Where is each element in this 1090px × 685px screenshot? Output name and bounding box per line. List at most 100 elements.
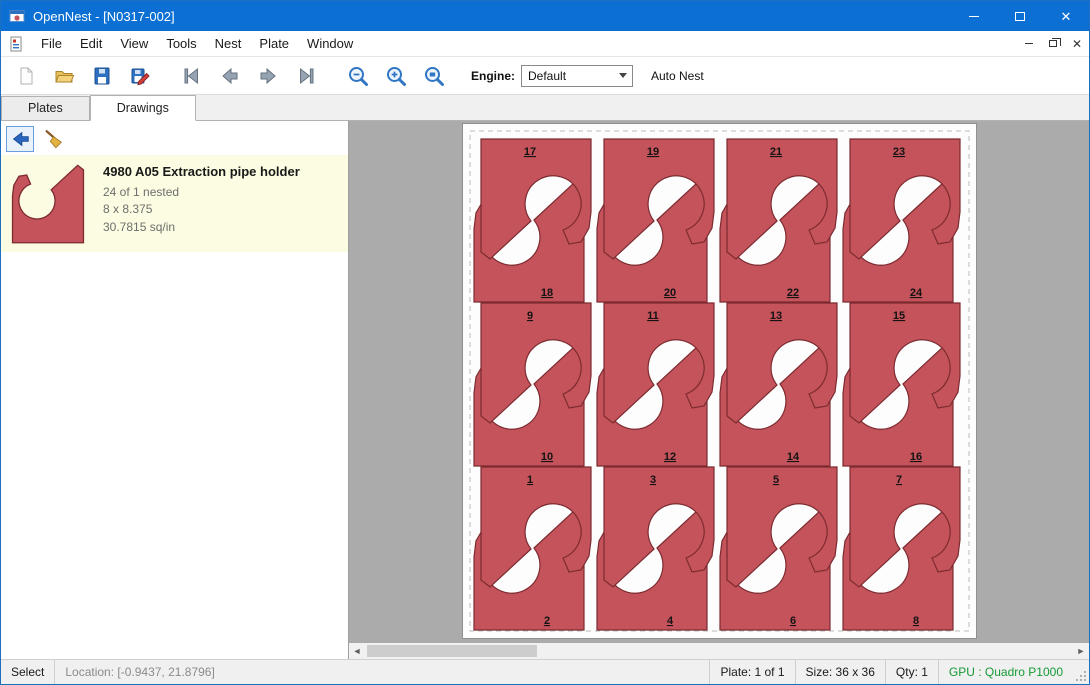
previous-plate-button[interactable]: [211, 60, 249, 92]
mdi-restore-button[interactable]: [1041, 34, 1065, 54]
part-number-label: 14: [787, 451, 800, 463]
drawing-item-text: 4980 A05 Extraction pipe holder 24 of 1 …: [103, 160, 342, 244]
menu-view[interactable]: View: [111, 31, 157, 57]
part-number-label: 8: [913, 615, 919, 627]
part-number-label: 17: [524, 146, 536, 158]
part-number-label: 5: [773, 474, 779, 486]
mdi-restore-icon: [1049, 40, 1057, 47]
part-number-label: 3: [650, 474, 656, 486]
part-number-label: 4: [667, 615, 674, 627]
part-number-label: 15: [893, 310, 905, 322]
status-location: Location: [-0.9437, 21.8796]: [55, 660, 224, 684]
minimize-button[interactable]: [951, 1, 997, 31]
titlebar[interactable]: OpenNest - [N0317-002] ✕: [1, 1, 1089, 31]
close-icon: ✕: [1061, 10, 1072, 23]
clear-drawings-button[interactable]: [40, 126, 68, 152]
maximize-icon: [1015, 12, 1025, 21]
part-number-label: 13: [770, 310, 782, 322]
drawings-toolbar: [1, 121, 348, 155]
part-number-label: 22: [787, 287, 799, 299]
drawing-nested-count: 24 of 1 nested: [103, 184, 342, 201]
part-number-label: 11: [647, 310, 659, 322]
scroll-left-icon[interactable]: ◄: [349, 643, 365, 659]
part-number-label: 16: [910, 451, 922, 463]
new-document-icon: [14, 64, 38, 88]
part-number-label: 9: [527, 310, 533, 322]
tab-drawings[interactable]: Drawings: [90, 95, 196, 121]
menu-plate[interactable]: Plate: [250, 31, 298, 57]
zoom-in-button[interactable]: [377, 60, 415, 92]
blue-arrow-icon: [9, 128, 31, 150]
status-qty: Qty: 1: [886, 660, 939, 684]
part-number-label: 7: [896, 474, 902, 486]
menu-window[interactable]: Window: [298, 31, 362, 57]
drawing-thumbnail: [11, 160, 103, 244]
part-number-label: 18: [541, 287, 553, 299]
broom-icon: [43, 128, 65, 150]
drawing-list-item[interactable]: 4980 A05 Extraction pipe holder 24 of 1 …: [1, 155, 348, 252]
part-number-label: 10: [541, 451, 553, 463]
resize-grip[interactable]: [1073, 660, 1089, 684]
mdi-close-button[interactable]: ✕: [1065, 34, 1089, 54]
part-number-label: 6: [790, 615, 796, 627]
new-button[interactable]: [7, 60, 45, 92]
last-plate-button[interactable]: [287, 60, 325, 92]
drawing-size: 8 x 8.375: [103, 201, 342, 218]
move-drawing-button[interactable]: [6, 126, 34, 152]
tab-plates[interactable]: Plates: [1, 96, 90, 120]
status-size: Size: 36 x 36: [796, 660, 886, 684]
open-folder-icon: [52, 64, 76, 88]
scrollbar-thumb[interactable]: [367, 645, 537, 657]
status-plate: Plate: 1 of 1: [709, 660, 795, 684]
horizontal-scrollbar[interactable]: ◄ ►: [349, 643, 1089, 659]
combo-dropdown-icon[interactable]: [614, 66, 632, 86]
mdi-close-icon: ✕: [1072, 38, 1082, 50]
save-edit-button[interactable]: [121, 60, 159, 92]
menu-edit[interactable]: Edit: [71, 31, 111, 57]
mdi-minimize-button[interactable]: [1017, 34, 1041, 54]
last-arrow-icon: [294, 64, 318, 88]
first-arrow-icon: [180, 64, 204, 88]
nest-canvas[interactable]: 171819202122232491011121314151612345678 …: [349, 121, 1089, 659]
zoom-out-icon: [346, 64, 370, 88]
next-arrow-icon: [256, 64, 280, 88]
scroll-right-icon[interactable]: ►: [1073, 643, 1089, 659]
app-icon: [9, 8, 25, 24]
save-button[interactable]: [83, 60, 121, 92]
first-plate-button[interactable]: [173, 60, 211, 92]
part-number-label: 12: [664, 451, 676, 463]
part-number-label: 19: [647, 146, 659, 158]
next-plate-button[interactable]: [249, 60, 287, 92]
status-spacer: [225, 660, 710, 684]
drawing-title: 4980 A05 Extraction pipe holder: [103, 164, 342, 179]
status-mode: Select: [1, 660, 55, 684]
zoom-extents-button[interactable]: [415, 60, 453, 92]
mdi-minimize-icon: [1025, 43, 1033, 44]
menu-tools[interactable]: Tools: [157, 31, 205, 57]
statusbar: Select Location: [-0.9437, 21.8796] Plat…: [1, 659, 1089, 684]
part-number-label: 23: [893, 146, 905, 158]
panel-tabstrip: Plates Drawings: [1, 95, 1089, 121]
auto-nest-button[interactable]: Auto Nest: [651, 69, 704, 83]
menu-file[interactable]: File: [32, 31, 71, 57]
engine-select[interactable]: Default: [521, 65, 633, 87]
status-gpu: GPU : Quadro P1000: [939, 660, 1073, 684]
save-edit-icon: [128, 64, 152, 88]
maximize-button[interactable]: [997, 1, 1043, 31]
part-number-label: 21: [770, 146, 782, 158]
zoom-out-button[interactable]: [339, 60, 377, 92]
close-button[interactable]: ✕: [1043, 1, 1089, 31]
part-thumbnail-icon: [11, 164, 85, 244]
part-number-label: 20: [664, 287, 676, 299]
save-floppy-icon: [90, 64, 114, 88]
zoom-extents-icon: [422, 64, 446, 88]
minimize-icon: [969, 16, 979, 17]
plate[interactable]: 171819202122232491011121314151612345678: [462, 123, 977, 639]
part-number-label: 1: [527, 474, 533, 486]
drawings-panel: 4980 A05 Extraction pipe holder 24 of 1 …: [1, 121, 349, 659]
menubar: File Edit View Tools Nest Plate Window ✕: [1, 31, 1089, 57]
menu-nest[interactable]: Nest: [206, 31, 251, 57]
open-button[interactable]: [45, 60, 83, 92]
zoom-in-icon: [384, 64, 408, 88]
previous-arrow-icon: [218, 64, 242, 88]
